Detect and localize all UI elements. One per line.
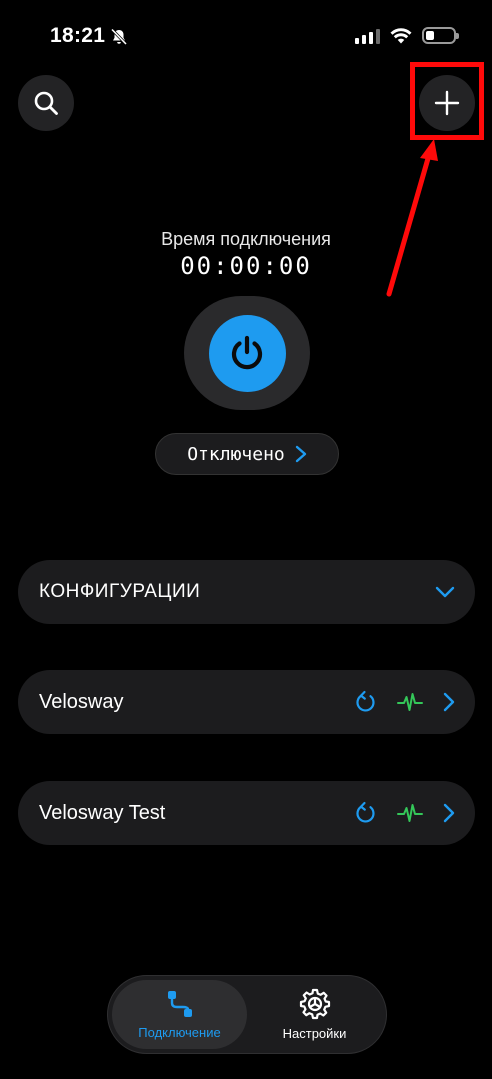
refresh-icon[interactable] [355, 690, 377, 714]
connection-status-button[interactable]: Отключено [155, 433, 339, 475]
connection-icon [167, 991, 192, 1017]
chevron-right-icon[interactable] [443, 803, 455, 823]
power-button[interactable] [184, 296, 310, 410]
tab-settings-label: Настройки [282, 1026, 347, 1041]
configs-title: КОНФИГУРАЦИИ [39, 581, 201, 602]
power-icon [231, 335, 263, 370]
config-item-velosway[interactable]: Velosway [18, 670, 475, 734]
chevron-right-icon[interactable] [443, 692, 455, 712]
tab-connection[interactable]: Подключение [112, 980, 247, 1049]
tab-connection-label: Подключение [138, 1025, 221, 1040]
connection-time-label: Время подключения [161, 229, 331, 249]
power-button-inner[interactable] [208, 314, 286, 392]
tab-bar: Подключение Настройки [107, 975, 387, 1054]
config-item-name: Velosway [39, 690, 124, 713]
refresh-icon[interactable] [355, 801, 377, 825]
configs-section-header[interactable]: КОНФИГУРАЦИИ [18, 560, 475, 624]
connection-timer: 00:00:00 [180, 252, 312, 280]
tab-settings[interactable]: Настройки [247, 980, 382, 1049]
config-item-name: Velosway Test [39, 801, 166, 824]
chevron-down-icon [435, 586, 455, 598]
connection-status-text: Отключено [187, 443, 285, 465]
ping-pulse-icon[interactable] [397, 691, 423, 713]
config-item-velosway-test[interactable]: Velosway Test [18, 781, 475, 845]
ping-pulse-icon[interactable] [397, 802, 423, 824]
chevron-right-icon [295, 445, 306, 463]
settings-gear-icon [299, 988, 330, 1020]
